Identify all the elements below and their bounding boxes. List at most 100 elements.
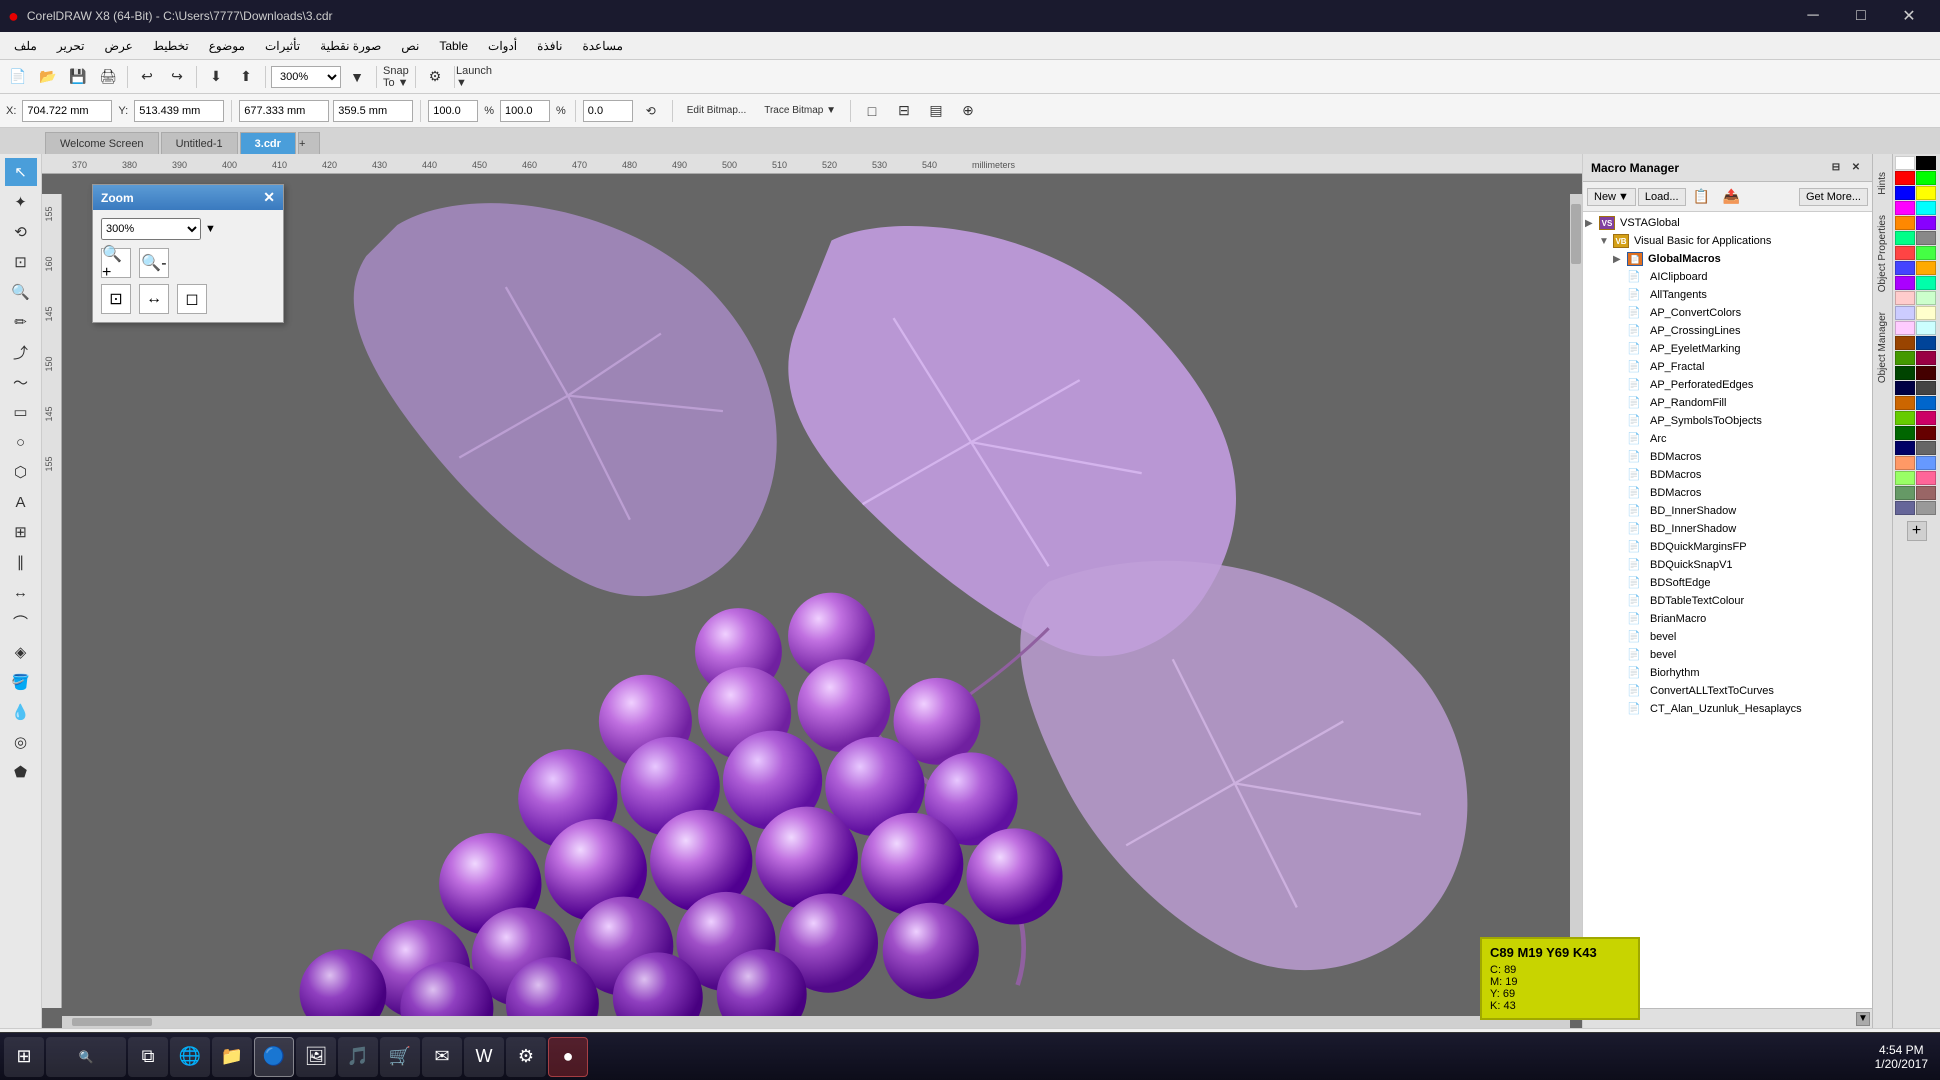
new-macro-btn[interactable]: New ▼	[1587, 188, 1636, 206]
swatch-4[interactable]	[1895, 186, 1915, 200]
menu-bitmap[interactable]: صورة نقطية	[310, 35, 391, 57]
swatch-36[interactable]	[1895, 426, 1915, 440]
load-macro-btn[interactable]: Load...	[1638, 188, 1686, 206]
task-view-btn[interactable]: ⧉	[128, 1037, 168, 1077]
tree-item-21[interactable]: 📄 bevel	[1585, 628, 1870, 646]
tool-rect[interactable]: ▭	[5, 398, 37, 426]
tab-welcome[interactable]: Welcome Screen	[45, 132, 159, 154]
zoom-fit-page-btn[interactable]: ⊡	[101, 284, 131, 314]
import-btn[interactable]: ⬇	[202, 63, 230, 91]
vtab-hints[interactable]: Hints	[1874, 162, 1891, 205]
taskbar-ie[interactable]: 🌐	[170, 1037, 210, 1077]
open-btn[interactable]: 📂	[34, 63, 62, 91]
zoom-fit-selected-btn[interactable]: ◻	[177, 284, 207, 314]
swatch-8[interactable]	[1895, 216, 1915, 230]
menu-view[interactable]: عرض	[95, 35, 143, 57]
swatch-40[interactable]	[1895, 456, 1915, 470]
zoom-in-btn[interactable]: 🔍+	[101, 248, 131, 278]
menu-object[interactable]: موضوع	[199, 35, 255, 57]
zoom-close-btn[interactable]: ✕	[263, 189, 275, 206]
swatch-25[interactable]	[1916, 336, 1936, 350]
canvas-viewport[interactable]: 155 160 145 150 145 155	[42, 174, 1582, 1028]
close-button[interactable]: ✕	[1886, 0, 1932, 32]
swatch-32[interactable]	[1895, 396, 1915, 410]
tree-item-10[interactable]: 📄 Arc	[1585, 430, 1870, 448]
export-btn[interactable]: ⬆	[232, 63, 260, 91]
drawing-canvas[interactable]	[62, 194, 1570, 1016]
swatch-11[interactable]	[1916, 231, 1936, 245]
menu-edit[interactable]: تحرير	[47, 35, 95, 57]
swatch-29[interactable]	[1916, 366, 1936, 380]
tool-interactive[interactable]: ◈	[5, 638, 37, 666]
swatch-47[interactable]	[1916, 501, 1936, 515]
macro-scroll-down[interactable]: ▼	[1856, 1012, 1870, 1026]
x-input[interactable]	[22, 100, 112, 122]
canvas-scrollbar-horizontal[interactable]	[62, 1016, 1570, 1028]
tree-item-25[interactable]: 📄 CT_Alan_Uzunluk_Hesaplaycs	[1585, 700, 1870, 718]
zoom-select[interactable]: 300%200%100%	[271, 66, 341, 88]
toolbar-extra3[interactable]: ▤	[922, 97, 950, 125]
taskbar-music[interactable]: 🎵	[338, 1037, 378, 1077]
maximize-button[interactable]: □	[1838, 0, 1884, 32]
tree-item-4[interactable]: 📄 AP_CrossingLines	[1585, 322, 1870, 340]
tool-dimension[interactable]: ↔	[5, 578, 37, 606]
swatch-38[interactable]	[1895, 441, 1915, 455]
tool-node[interactable]: ✦	[5, 188, 37, 216]
tree-item-7[interactable]: 📄 AP_PerforatedEdges	[1585, 376, 1870, 394]
swatch-16[interactable]	[1895, 276, 1915, 290]
tool-outline[interactable]: ◎	[5, 728, 37, 756]
tree-item-9[interactable]: 📄 AP_SymbolsToObjects	[1585, 412, 1870, 430]
macro-icon2[interactable]: 📤	[1718, 183, 1746, 211]
w-input[interactable]	[239, 100, 329, 122]
swatch-15[interactable]	[1916, 261, 1936, 275]
tool-freehand[interactable]: ✏	[5, 308, 37, 336]
vtab-object-manager[interactable]: Object Manager	[1874, 302, 1891, 393]
tree-vba[interactable]: ▼ VB Visual Basic for Applications	[1585, 232, 1870, 250]
undo-btn[interactable]: ↩	[133, 63, 161, 91]
tree-item-19[interactable]: 📄 BDTableTextColour	[1585, 592, 1870, 610]
menu-help[interactable]: مساعدة	[572, 35, 633, 57]
swatch-6[interactable]	[1895, 201, 1915, 215]
tree-item-14[interactable]: 📄 BD_InnerShadow	[1585, 502, 1870, 520]
tree-vstaglobal[interactable]: ▶ VS VSTAGlobal	[1585, 214, 1870, 232]
swatch-31[interactable]	[1916, 381, 1936, 395]
tree-item-13[interactable]: 📄 BDMacros	[1585, 484, 1870, 502]
tool-connector[interactable]: ⌒	[5, 608, 37, 636]
tree-item-17[interactable]: 📄 BDQuickSnapV1	[1585, 556, 1870, 574]
swatch-33[interactable]	[1916, 396, 1936, 410]
tool-parallel[interactable]: ∥	[5, 548, 37, 576]
scale-y-input[interactable]	[500, 100, 550, 122]
tree-item-2[interactable]: 📄 AllTangents	[1585, 286, 1870, 304]
tab-3cdr[interactable]: 3.cdr	[240, 132, 296, 154]
swatch-45[interactable]	[1916, 486, 1936, 500]
tree-item-12[interactable]: 📄 BDMacros	[1585, 466, 1870, 484]
get-more-btn[interactable]: Get More...	[1799, 188, 1868, 206]
tab-add[interactable]: +	[298, 132, 320, 154]
zoom-dropdown[interactable]: ▼	[343, 63, 371, 91]
tree-item-5[interactable]: 📄 AP_EyeletMarking	[1585, 340, 1870, 358]
start-button[interactable]: ⊞	[4, 1037, 44, 1077]
tool-polygon[interactable]: ⬡	[5, 458, 37, 486]
swatch-22[interactable]	[1895, 321, 1915, 335]
tool-eyedropper[interactable]: 💧	[5, 698, 37, 726]
swatch-9[interactable]	[1916, 216, 1936, 230]
swatch-41[interactable]	[1916, 456, 1936, 470]
menu-text[interactable]: نص	[391, 35, 429, 57]
add-color-btn[interactable]: +	[1907, 521, 1927, 541]
swatch-42[interactable]	[1895, 471, 1915, 485]
swatch-28[interactable]	[1895, 366, 1915, 380]
swatch-2[interactable]	[1895, 171, 1915, 185]
swatch-24[interactable]	[1895, 336, 1915, 350]
menu-file[interactable]: ملف	[4, 35, 47, 57]
tool-contour[interactable]: ⬟	[5, 758, 37, 786]
scale-x-input[interactable]	[428, 100, 478, 122]
zoom-dialog-title[interactable]: Zoom ✕	[93, 185, 283, 210]
tab-untitled[interactable]: Untitled-1	[161, 132, 238, 154]
swatch-39[interactable]	[1916, 441, 1936, 455]
swatch-30[interactable]	[1895, 381, 1915, 395]
h-input[interactable]	[333, 100, 413, 122]
print-btn[interactable]: 🖨	[94, 63, 122, 91]
palette-scroll[interactable]: +	[1893, 154, 1940, 1028]
swatch-18[interactable]	[1895, 291, 1915, 305]
tree-item-11[interactable]: 📄 BDMacros	[1585, 448, 1870, 466]
